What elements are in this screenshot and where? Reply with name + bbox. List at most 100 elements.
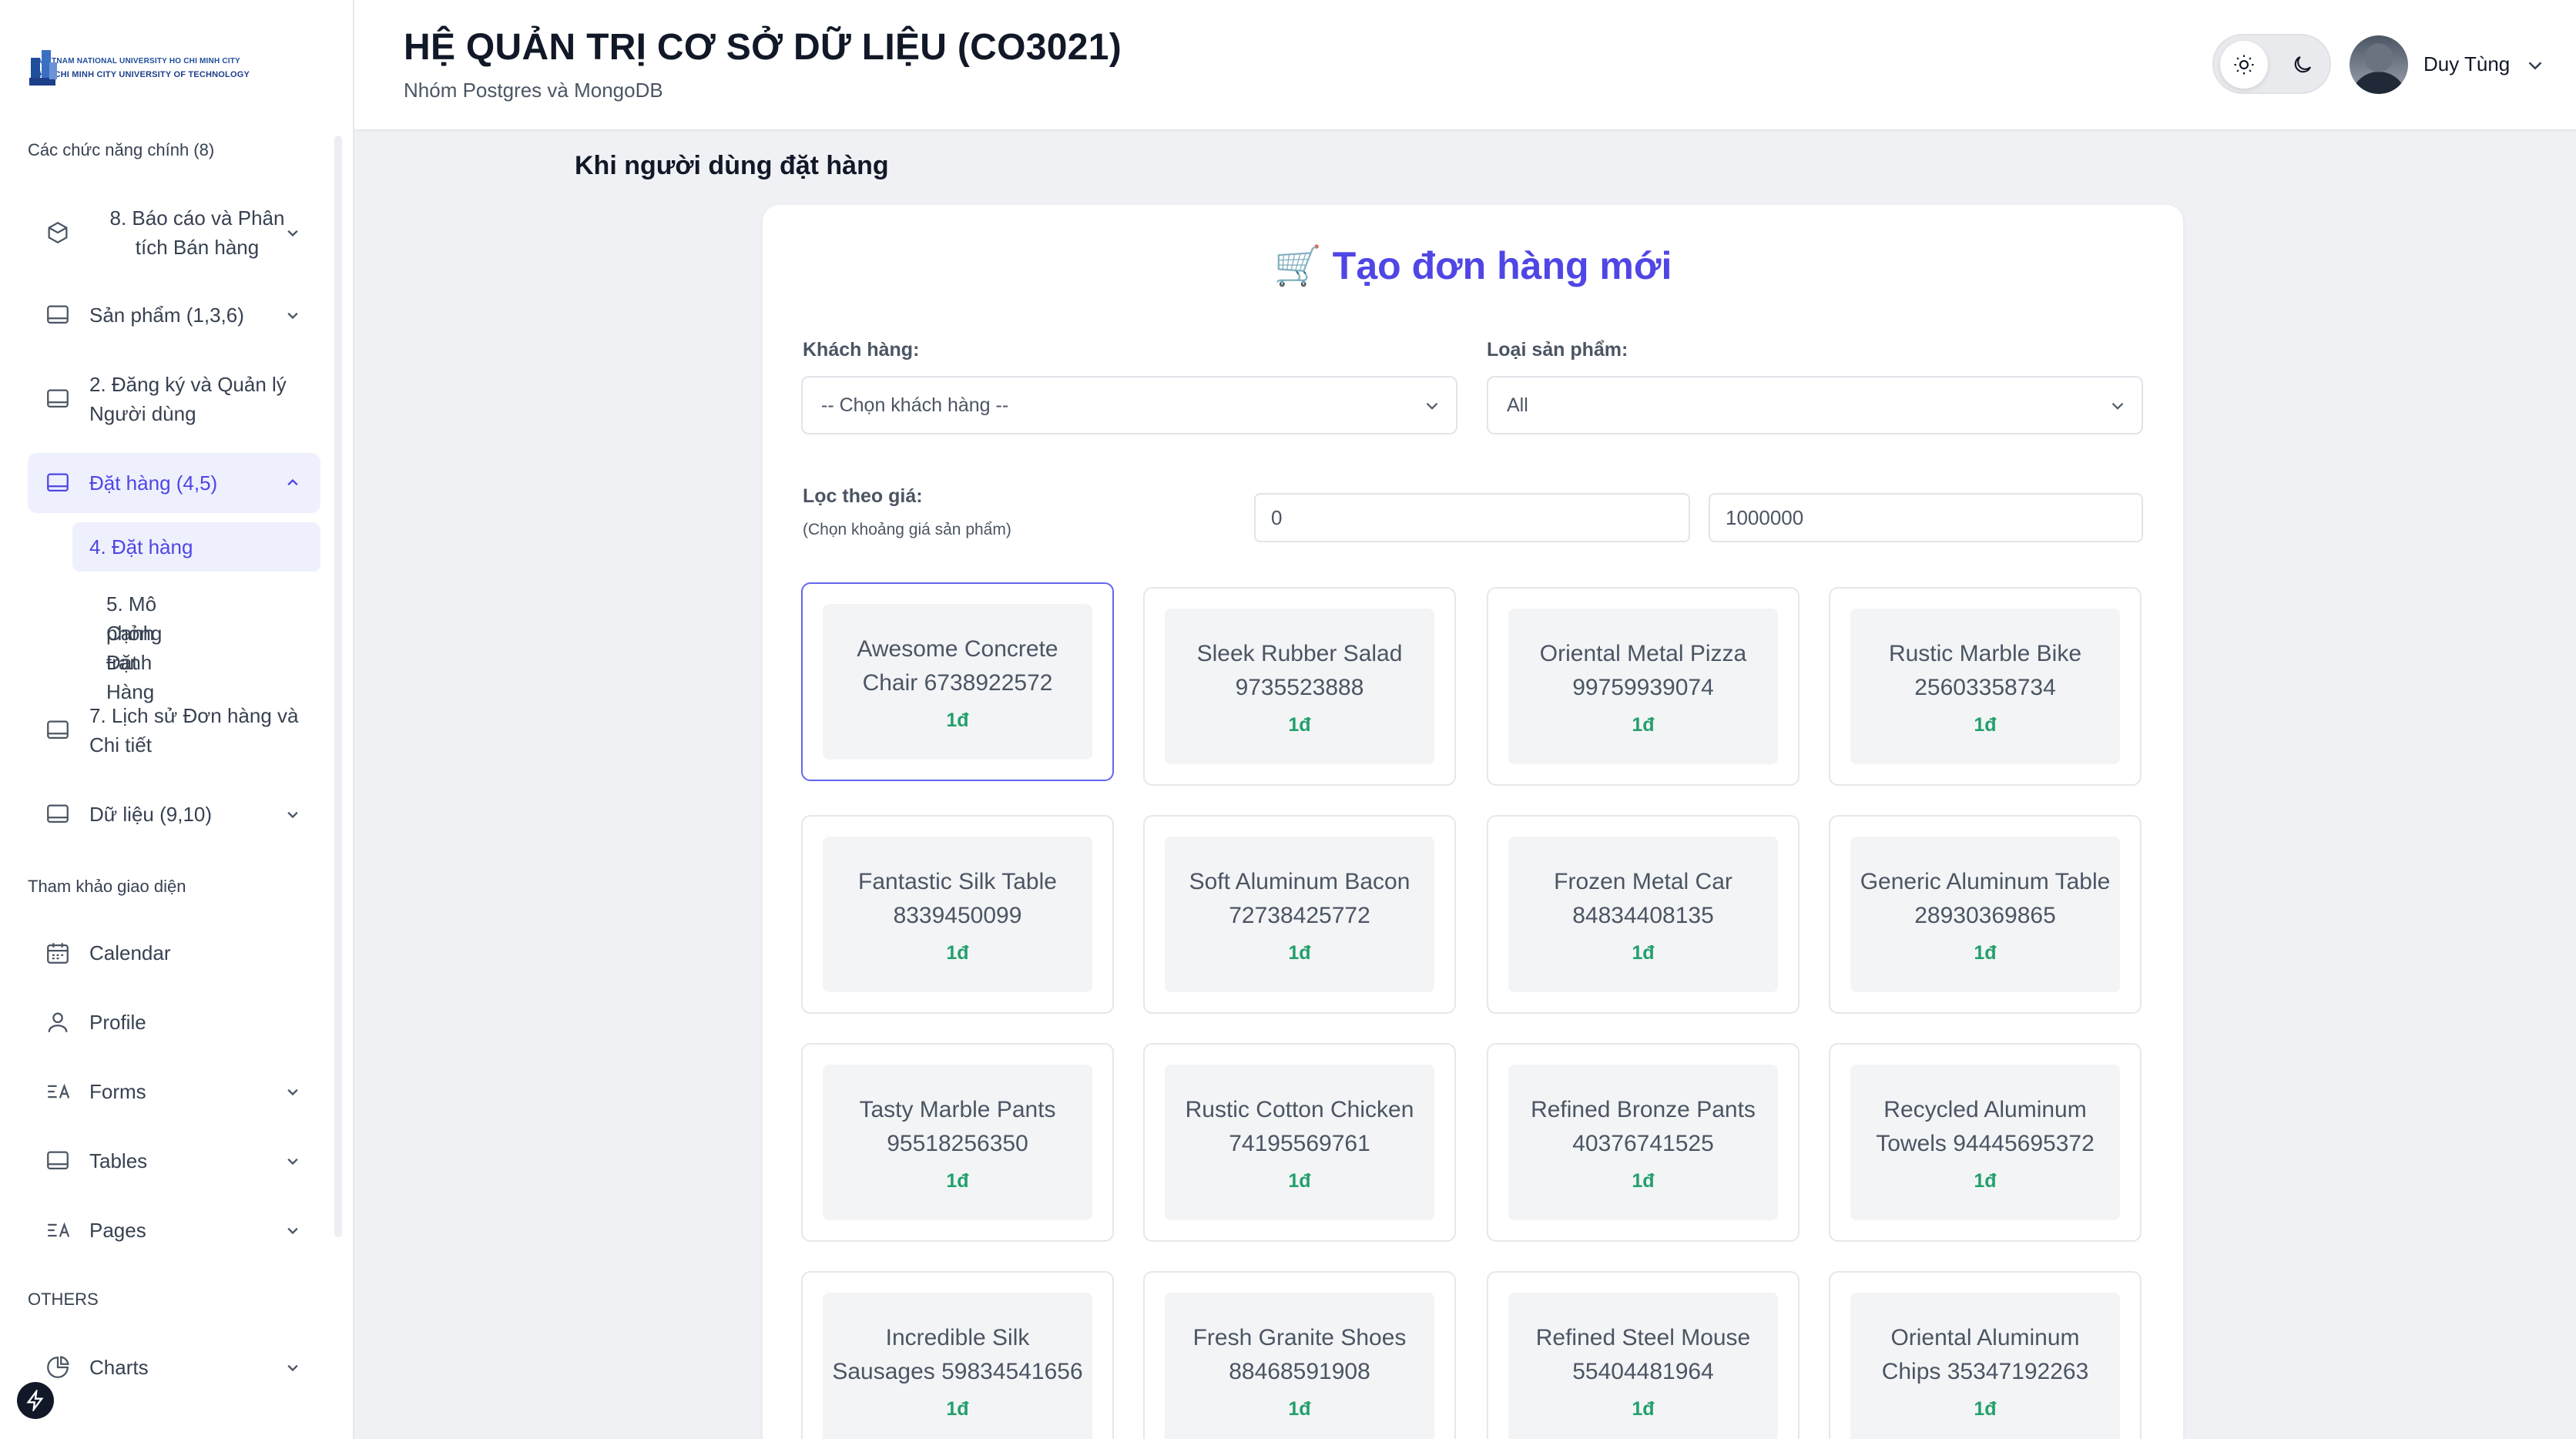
product-price: 1đ — [1288, 1397, 1311, 1420]
product-card[interactable]: Fresh Granite Shoes 88468591908 1đ — [1143, 1271, 1456, 1439]
sidebar-scrollbar[interactable] — [334, 136, 342, 1237]
product-name: Tasty Marble Pants 95518256350 — [859, 1096, 1056, 1156]
product-name: Sleek Rubber Salad 9735523888 — [1196, 640, 1403, 700]
logo-mark-icon — [26, 47, 57, 89]
product-name: Oriental Aluminum Chips 35347192263 — [1881, 1324, 2089, 1384]
product-name: Awesome Concrete Chair 6738922572 — [857, 636, 1058, 696]
product-card-body: Refined Bronze Pants 40376741525 1đ — [1508, 1065, 1778, 1220]
sidebar-item-products[interactable]: Sản phẩm (1,3,6) — [28, 300, 320, 330]
user-icon — [45, 1009, 71, 1035]
price-max-input[interactable]: 1000000 — [1709, 493, 2143, 542]
product-price: 1đ — [1974, 1397, 1997, 1420]
chevron-down-icon — [287, 811, 298, 819]
product-price: 1đ — [1632, 713, 1655, 736]
customer-label: Khách hàng: — [803, 339, 920, 361]
product-card-body: Refined Steel Mouse 55404481964 1đ — [1508, 1293, 1778, 1439]
sidebar-item-pages[interactable]: Pages — [28, 1216, 320, 1245]
table-icon — [45, 302, 71, 328]
product-card[interactable]: Fantastic Silk Table 8339450099 1đ — [801, 815, 1114, 1014]
chevron-down-icon — [1426, 402, 1438, 410]
user-name[interactable]: Duy Tùng — [2423, 52, 2510, 76]
sun-icon[interactable] — [2220, 41, 2268, 89]
top-header: HỆ QUẢN TRỊ CƠ SỞ DỮ LIỆU (CO3021) Nhóm … — [354, 0, 2576, 131]
product-name: Fresh Granite Shoes 88468591908 — [1192, 1324, 1407, 1384]
sidebar: VIETNAM NATIONAL UNIVERSITY HO CHI MINH … — [0, 0, 354, 1439]
product-card[interactable]: Incredible Silk Sausages 59834541656 1đ — [801, 1271, 1114, 1439]
product-price: 1đ — [946, 709, 969, 731]
create-order-card: 🛒 Tạo đơn hàng mới Khách hàng: -- Chọn k… — [763, 205, 2183, 1439]
product-card[interactable]: Tasty Marble Pants 95518256350 1đ — [801, 1043, 1114, 1242]
sidebar-subitem-competitive-order[interactable]: 5. Mô phỏng Đặt Hàng Cạnh tranh — [72, 589, 320, 703]
product-card[interactable]: Refined Steel Mouse 55404481964 1đ — [1487, 1271, 1800, 1439]
avatar[interactable] — [2350, 35, 2408, 94]
pie-chart-icon — [45, 1354, 71, 1380]
sidebar-subitem-label-2: Cạnh tranh — [106, 622, 155, 674]
product-price: 1đ — [1288, 713, 1311, 736]
sidebar-item-profile[interactable]: Profile — [28, 1008, 320, 1037]
price-filter-label: Lọc theo giá: — [803, 485, 923, 507]
product-card[interactable]: Generic Aluminum Table 28930369865 1đ — [1829, 815, 2142, 1014]
product-card[interactable]: Refined Bronze Pants 40376741525 1đ — [1487, 1043, 1800, 1242]
product-price: 1đ — [1288, 1169, 1311, 1192]
sidebar-item-forms[interactable]: Forms — [28, 1077, 320, 1106]
logo-line-1: VIETNAM NATIONAL UNIVERSITY HO CHI MINH … — [39, 56, 240, 65]
section-others-title: OTHERS — [28, 1290, 99, 1309]
product-name: Generic Aluminum Table 28930369865 — [1860, 868, 2111, 928]
sidebar-item-label: Dữ liệu (9,10) — [89, 803, 213, 826]
sidebar-item-charts[interactable]: Charts — [28, 1353, 320, 1382]
moon-icon[interactable] — [2279, 41, 2326, 89]
sidebar-item-label-2: Người dùng — [89, 402, 196, 425]
product-card[interactable]: Oriental Metal Pizza 99759939074 1đ — [1487, 587, 1800, 786]
product-card[interactable]: Oriental Aluminum Chips 35347192263 1đ — [1829, 1271, 2142, 1439]
product-card[interactable]: Frozen Metal Car 84834408135 1đ — [1487, 815, 1800, 1014]
sidebar-item-label: Charts — [89, 1356, 149, 1379]
app-title: HỆ QUẢN TRỊ CƠ SỞ DỮ LIỆU (CO3021) — [404, 27, 1122, 68]
product-card-body: Rustic Cotton Chicken 74195569761 1đ — [1165, 1065, 1434, 1220]
app-subtitle: Nhóm Postgres và MongoDB — [404, 79, 663, 102]
university-logo[interactable]: VIETNAM NATIONAL UNIVERSITY HO CHI MINH … — [26, 46, 250, 89]
product-card-body: Fantastic Silk Table 8339450099 1đ — [823, 837, 1092, 992]
product-card[interactable]: Soft Aluminum Bacon 72738425772 1đ — [1143, 815, 1456, 1014]
table-icon — [45, 801, 71, 827]
product-price: 1đ — [946, 941, 969, 964]
product-name: Soft Aluminum Bacon 72738425772 — [1189, 868, 1410, 928]
customer-select[interactable]: -- Chọn khách hàng -- — [801, 376, 1457, 434]
chevron-down-icon — [287, 1088, 298, 1096]
sidebar-item-orders[interactable]: Đặt hàng (4,5) — [28, 453, 320, 513]
product-card[interactable]: Rustic Marble Bike 25603358734 1đ — [1829, 587, 2142, 786]
bolt-button[interactable] — [17, 1382, 54, 1419]
product-card[interactable]: Awesome Concrete Chair 6738922572 1đ — [801, 582, 1114, 781]
table-icon — [45, 470, 71, 496]
sidebar-item-tables[interactable]: Tables — [28, 1146, 320, 1176]
sidebar-item-label: 2. Đăng ký và Quản lý — [89, 373, 287, 396]
category-select[interactable]: All — [1487, 376, 2143, 434]
product-price: 1đ — [1288, 941, 1311, 964]
chevron-down-icon[interactable] — [2524, 54, 2547, 77]
bolt-icon — [26, 1390, 44, 1411]
product-card[interactable]: Rustic Cotton Chicken 74195569761 1đ — [1143, 1043, 1456, 1242]
product-price: 1đ — [1632, 1169, 1655, 1192]
customer-select-value: -- Chọn khách hàng -- — [821, 394, 1009, 416]
theme-toggle[interactable] — [2212, 34, 2331, 94]
table-icon — [45, 1148, 71, 1174]
product-card[interactable]: Sleek Rubber Salad 9735523888 1đ — [1143, 587, 1456, 786]
product-name: Recycled Aluminum Towels 94445695372 — [1876, 1096, 2095, 1156]
sidebar-item-data[interactable]: Dữ liệu (9,10) — [28, 800, 320, 829]
sidebar-item-label-2: tích Bán hàng — [135, 236, 260, 259]
sidebar-item-user-management[interactable]: 2. Đăng ký và Quản lý Người dùng — [28, 370, 320, 428]
sidebar-item-sales-report[interactable]: 8. Báo cáo và Phân tích Bán hàng — [28, 197, 320, 268]
sidebar-item-calendar[interactable]: Calendar — [28, 938, 320, 968]
product-name: Rustic Cotton Chicken 74195569761 — [1185, 1096, 1414, 1156]
sidebar-item-label: Calendar — [89, 941, 171, 964]
sidebar-item-label-2: Chi tiết — [89, 733, 152, 756]
sidebar-item-order-history[interactable]: 7. Lịch sử Đơn hàng và Chi tiết — [28, 701, 320, 760]
box-icon — [45, 220, 71, 246]
product-name: Fantastic Silk Table 8339450099 — [858, 868, 1057, 928]
product-card[interactable]: Recycled Aluminum Towels 94445695372 1đ — [1829, 1043, 2142, 1242]
price-min-input[interactable]: 0 — [1254, 493, 1690, 542]
sidebar-item-label: Đặt hàng (4,5) — [89, 471, 218, 495]
product-card-body: Awesome Concrete Chair 6738922572 1đ — [823, 604, 1092, 760]
sidebar-subitem-label: 4. Đặt hàng — [89, 535, 193, 558]
sidebar-subitem-place-order[interactable]: 4. Đặt hàng — [72, 522, 320, 572]
sidebar-item-label: 7. Lịch sử Đơn hàng và — [89, 704, 299, 727]
